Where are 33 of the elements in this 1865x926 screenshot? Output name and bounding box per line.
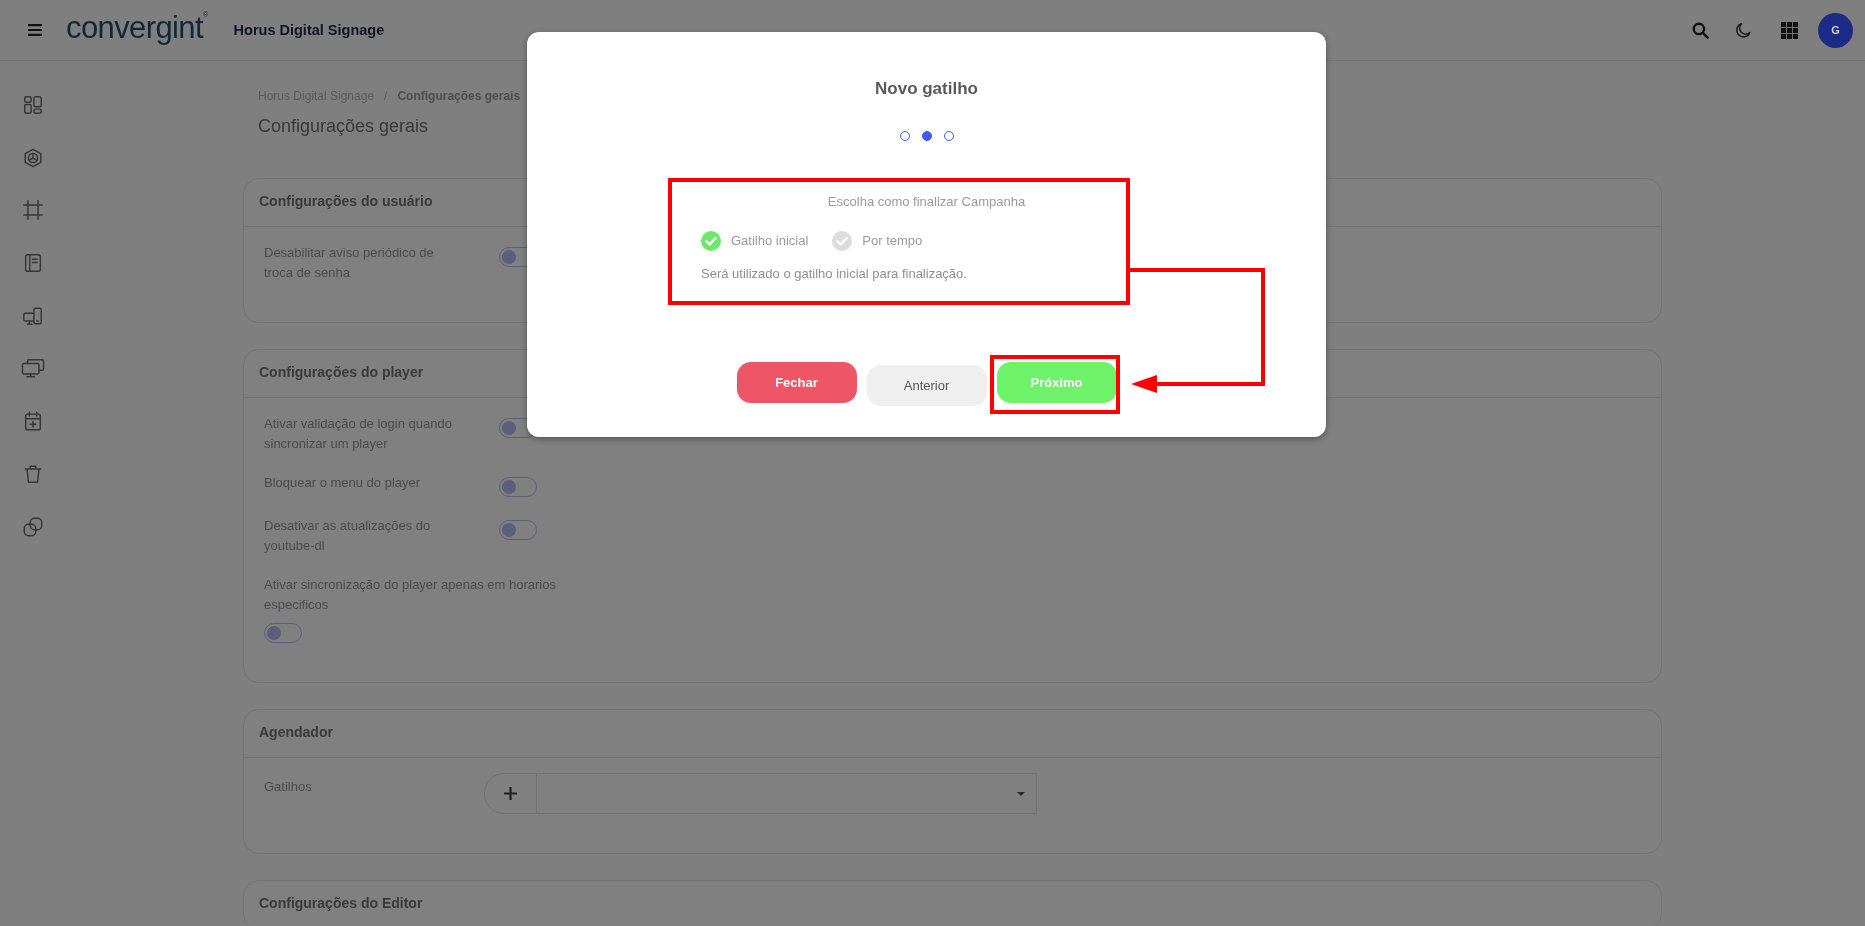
radio-option[interactable]: Gatilho inicial bbox=[701, 231, 809, 251]
dashboard-icon[interactable] bbox=[22, 94, 44, 116]
select-field[interactable] bbox=[537, 773, 1037, 814]
dialog-title: Novo gatilho bbox=[875, 78, 978, 100]
apps-grid-icon[interactable] bbox=[1781, 21, 1798, 39]
page-title: Configurações gerais bbox=[258, 115, 429, 137]
section-title: Configurações do Editor bbox=[259, 895, 423, 911]
user-avatar[interactable]: G bbox=[1818, 12, 1853, 48]
crop-icon[interactable] bbox=[22, 199, 44, 222]
section-title: Configurações do usuário bbox=[259, 193, 433, 209]
radio-option[interactable]: Por tempo bbox=[832, 231, 923, 251]
hexagon-icon[interactable] bbox=[22, 146, 44, 169]
calendar-plus-icon[interactable] bbox=[22, 410, 44, 433]
plus-icon bbox=[504, 787, 517, 800]
section-title: Configurações do player bbox=[259, 364, 424, 380]
app-title: Horus Digital Signage bbox=[233, 22, 385, 38]
overlapping-squares-icon[interactable] bbox=[22, 515, 44, 538]
breadcrumb-separator: / bbox=[384, 89, 388, 103]
notebook-icon[interactable] bbox=[22, 252, 44, 275]
section-title: Agendador bbox=[259, 724, 333, 740]
dialog-prompt: Escolha como finalizar Campanha bbox=[827, 193, 1026, 211]
monitors-icon[interactable] bbox=[21, 357, 45, 380]
add-button[interactable] bbox=[484, 773, 537, 814]
dialog-note: Será utilizado o gatilho inicial para finalização. bbox=[701, 265, 967, 283]
previous-button[interactable]: Anterior bbox=[866, 365, 987, 406]
devices-icon[interactable] bbox=[22, 304, 44, 327]
moon-icon[interactable] bbox=[1734, 20, 1753, 40]
caret-icon bbox=[1017, 791, 1025, 796]
close-button[interactable]: Fechar bbox=[736, 362, 857, 403]
brand-logo: convergint$^{®}$ bbox=[66, 10, 208, 46]
trash-icon[interactable] bbox=[22, 462, 44, 485]
search-icon[interactable] bbox=[1691, 20, 1710, 40]
menu-icon[interactable] bbox=[28, 24, 42, 36]
